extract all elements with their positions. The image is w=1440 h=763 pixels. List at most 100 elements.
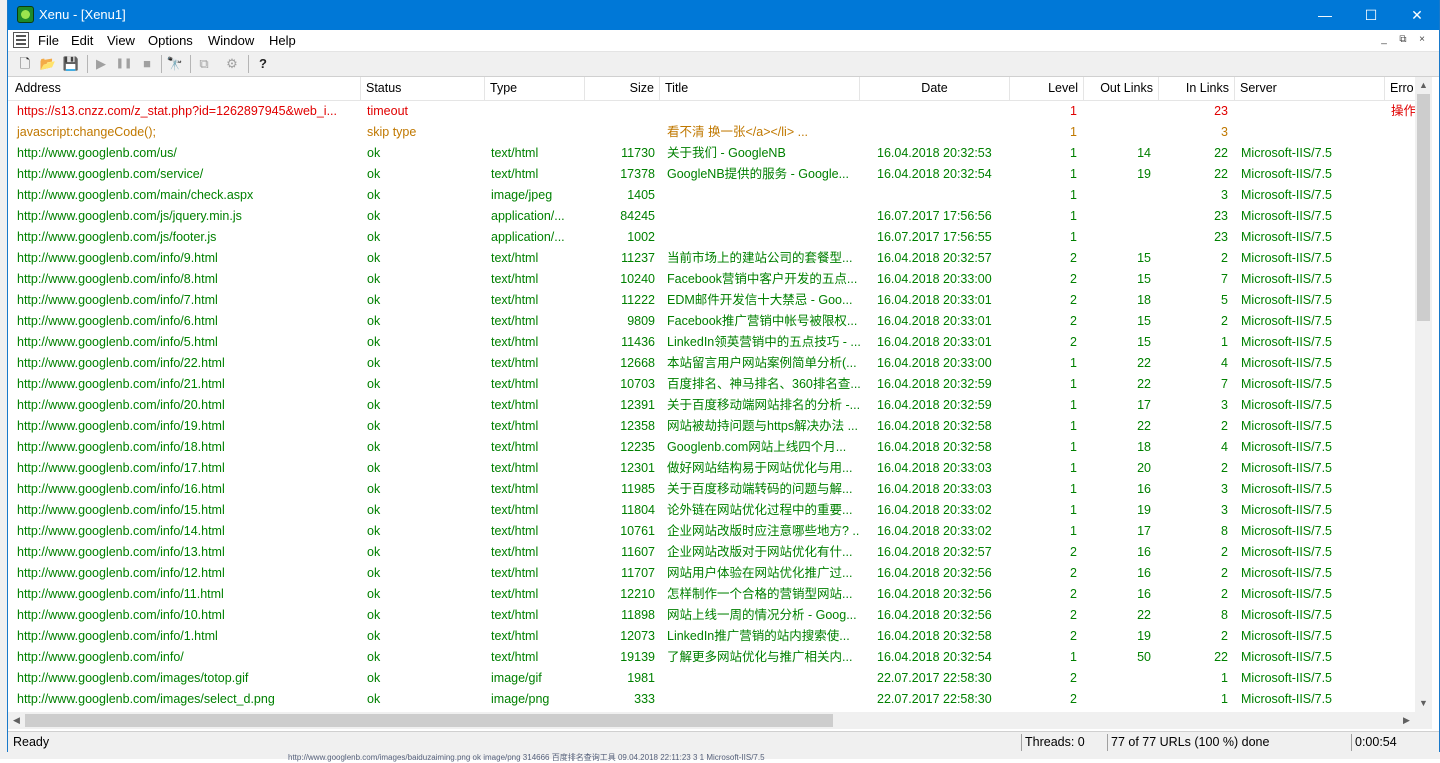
table-row[interactable]: http://www.googlenb.com/info/12.html ok te… (8, 563, 1415, 584)
cell-level: 1 (1070, 377, 1077, 391)
table-row[interactable]: http://www.googlenb.com/us/ok text/html 11… (8, 143, 1415, 164)
table-row[interactable]: http://www.googlenb.com/images/totop.gif… (8, 668, 1415, 689)
cell-server: Microsoft-IIS/7.5 (1241, 419, 1332, 433)
stop-icon[interactable]: ■ (137, 54, 157, 74)
scroll-left-icon[interactable]: ◀ (8, 712, 25, 729)
column-title[interactable]: Title (660, 77, 860, 100)
menu-view[interactable]: View (107, 33, 135, 48)
table-row[interactable]: http://www.googlenb.com/js/jquery.min.js… (8, 206, 1415, 227)
copy-icon[interactable]: ⧉ (194, 54, 214, 74)
url-list-view[interactable]: ﹀ Address Status Type Size Title Date Le… (8, 77, 1415, 712)
table-row[interactable]: http://www.googlenb.com/info/8.html ok tex… (8, 269, 1415, 290)
scroll-down-icon[interactable]: ▼ (1415, 695, 1432, 712)
menu-file[interactable]: File (38, 33, 59, 48)
document-icon[interactable] (13, 32, 29, 48)
table-row[interactable]: http://www.googlenb.com/info/13.html ok te… (8, 542, 1415, 563)
save-icon[interactable]: 💾 (61, 54, 81, 74)
column-status[interactable]: Status (361, 77, 485, 100)
cell-type: text/html (491, 272, 539, 286)
cell-level: 1 (1070, 230, 1077, 244)
pause-icon[interactable]: ❚❚ (114, 54, 134, 74)
table-row[interactable]: http://www.googlenb.com/info/9.html ok tex… (8, 248, 1415, 269)
table-row[interactable]: http://www.googlenb.com/images/select_d.… (8, 689, 1415, 710)
menu-edit[interactable]: Edit (71, 33, 93, 48)
table-row[interactable]: http://www.googlenb.com/info/6.html ok tex… (8, 311, 1415, 332)
column-size[interactable]: Size (585, 77, 660, 100)
column-out-links[interactable]: Out Links (1084, 77, 1159, 100)
menu-help[interactable]: Help (269, 33, 296, 48)
table-row[interactable]: http://www.googlenb.com/info/20.html ok te… (8, 395, 1415, 416)
table-row[interactable]: http://www.googlenb.com/service/ok text/h… (8, 164, 1415, 185)
column-server[interactable]: Server (1235, 77, 1385, 100)
cell-out-links: 50 (1137, 650, 1151, 664)
table-row[interactable]: http://www.googlenb.com/info/11.html ok te… (8, 584, 1415, 605)
cell-date: 16.04.2018 20:33:01 (877, 293, 992, 307)
column-date[interactable]: Date (860, 77, 1010, 100)
table-row[interactable]: http://www.googlenb.com/info/19.html ok te… (8, 416, 1415, 437)
cell-address: http://www.googlenb.com/info/17.html (17, 461, 225, 475)
table-row[interactable]: javascript:changeCode(); skip type 看不清 换一张… (8, 122, 1415, 143)
table-row[interactable]: http://www.googlenb.com/info/22.html ok te… (8, 353, 1415, 374)
cell-date: 16.04.2018 20:32:58 (877, 440, 992, 454)
cell-size: 1002 (627, 230, 655, 244)
cell-size: 11898 (621, 608, 655, 622)
title-bar[interactable]: Xenu - [Xenu1] — ☐ ✕ (8, 0, 1439, 30)
open-icon[interactable]: 📂 (38, 54, 58, 74)
table-row[interactable]: https://s13.cnzz.com/z_stat.php?id=12628… (8, 101, 1415, 122)
cell-error (1388, 563, 1415, 584)
table-row[interactable]: http://www.googlenb.com/info/21.html ok te… (8, 374, 1415, 395)
vertical-scroll-thumb[interactable] (1417, 94, 1430, 321)
column-type[interactable]: Type (485, 77, 585, 100)
table-row[interactable]: http://www.googlenb.com/js/footer.js ok ap… (8, 227, 1415, 248)
table-row[interactable]: http://www.googlenb.com/info/16.html ok te… (8, 479, 1415, 500)
table-row[interactable]: http://www.googlenb.com/info/18.html ok te… (8, 437, 1415, 458)
table-row[interactable]: http://www.googlenb.com/info/7.html ok tex… (8, 290, 1415, 311)
cell-title (664, 101, 860, 122)
close-button[interactable]: ✕ (1394, 0, 1440, 30)
table-row[interactable]: http://www.googlenb.com/info/ok text/html… (8, 647, 1415, 668)
cell-date: 16.04.2018 20:33:01 (877, 314, 992, 328)
maximize-button[interactable]: ☐ (1348, 0, 1394, 30)
table-row[interactable]: http://www.googlenb.com/info/5.html ok tex… (8, 332, 1415, 353)
cell-in-links: 1 (1221, 671, 1228, 685)
menu-window[interactable]: Window (208, 33, 254, 48)
background-window-strip: http://www.googlenb.com/images/baiduzaim… (0, 752, 1440, 762)
column-in-links[interactable]: In Links (1159, 77, 1235, 100)
cell-server: Microsoft-IIS/7.5 (1241, 398, 1332, 412)
cell-out-links: 22 (1137, 419, 1151, 433)
cell-in-links: 8 (1221, 608, 1228, 622)
cell-title: 关于我们 - GoogleNB (667, 146, 786, 160)
scroll-up-icon[interactable]: ▲ (1415, 77, 1432, 94)
column-error[interactable]: Erro (1385, 77, 1415, 100)
play-icon[interactable]: ▶ (91, 54, 111, 74)
table-row[interactable]: http://www.googlenb.com/info/15.html ok te… (8, 500, 1415, 521)
table-row[interactable]: http://www.googlenb.com/info/17.html ok te… (8, 458, 1415, 479)
help-icon[interactable]: ? (253, 54, 273, 74)
find-icon[interactable]: 🔭 (165, 54, 185, 74)
background-row-text: http://www.googlenb.com/images/baiduzaim… (288, 753, 765, 762)
cell-address: http://www.googlenb.com/js/jquery.min.js (17, 209, 242, 223)
table-row[interactable]: http://www.googlenb.com/info/10.html ok te… (8, 605, 1415, 626)
column-address[interactable]: Address (10, 77, 361, 100)
column-level[interactable]: Level (1010, 77, 1084, 100)
horizontal-scrollbar[interactable]: ◀ ▶ (8, 712, 1415, 729)
cell-server: Microsoft-IIS/7.5 (1241, 545, 1332, 559)
new-icon[interactable]: 🗋 (15, 54, 35, 74)
properties-icon[interactable]: ⚙ (222, 54, 242, 74)
horizontal-scroll-thumb[interactable] (25, 714, 833, 727)
cell-in-links: 1 (1221, 335, 1228, 349)
mdi-close-button[interactable]: × (1414, 33, 1430, 47)
cell-out-links: 22 (1137, 356, 1151, 370)
cell-title (664, 227, 860, 248)
mdi-restore-button[interactable]: ⧉ (1395, 33, 1411, 47)
cell-out-links (1084, 206, 1154, 227)
table-row[interactable]: http://www.googlenb.com/info/1.html ok tex… (8, 626, 1415, 647)
cell-type: text/html (491, 545, 539, 559)
menu-options[interactable]: Options (148, 33, 193, 48)
scroll-right-icon[interactable]: ▶ (1398, 712, 1415, 729)
mdi-minimize-button[interactable]: _ (1376, 33, 1392, 47)
vertical-scrollbar[interactable]: ▲ ▼ (1415, 77, 1432, 712)
table-row[interactable]: http://www.googlenb.com/main/check.aspx o… (8, 185, 1415, 206)
table-row[interactable]: http://www.googlenb.com/info/14.html ok te… (8, 521, 1415, 542)
minimize-button[interactable]: — (1302, 0, 1348, 30)
